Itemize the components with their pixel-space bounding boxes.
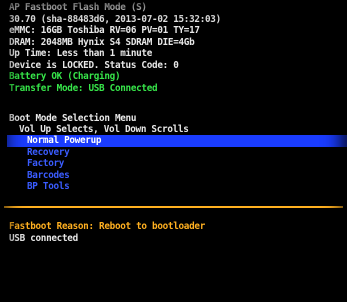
build-info: 30.70 (sha-88483d6, 2013-07-02 15:32:03) bbox=[9, 13, 221, 25]
fastboot-reason: Fastboot Reason: Reboot to bootloader bbox=[9, 221, 205, 232]
menu-item-recovery[interactable]: Recovery bbox=[0, 147, 347, 159]
menu-item-barcodes[interactable]: Barcodes bbox=[0, 170, 347, 182]
mode-title: AP Fastboot Flash Mode (S) bbox=[9, 2, 147, 13]
menu-item-factory[interactable]: Factory bbox=[0, 158, 347, 170]
lock-status: Device is LOCKED. Status Code: 0 bbox=[9, 59, 179, 71]
menu-item-normal-powerup[interactable]: Normal Powerup bbox=[7, 135, 347, 147]
transfer-mode: Transfer Mode: USB Connected bbox=[9, 82, 158, 94]
menu-item-bp-tools[interactable]: BP Tools bbox=[0, 181, 347, 193]
dram-info: DRAM: 2048MB Hynix S4 SDRAM DIE=4Gb bbox=[9, 36, 195, 48]
emmc-info: eMMC: 16GB Toshiba RV=06 PV=01 TY=17 bbox=[9, 25, 200, 36]
battery-status: Battery OK (Charging) bbox=[9, 71, 121, 82]
fastboot-screen: AP Fastboot Flash Mode (S) 30.70 (sha-88… bbox=[0, 0, 347, 302]
uptime-info: Up Time: Less than 1 minute bbox=[9, 48, 153, 59]
boot-menu-title: Boot Mode Selection Menu bbox=[9, 113, 137, 124]
boot-menu-list: Normal Powerup Recovery Factory Barcodes… bbox=[0, 135, 347, 193]
boot-menu-hint: Vol Up Selects, Vol Down Scrolls bbox=[19, 124, 189, 135]
footer-block: Fastboot Reason: Reboot to bootloader US… bbox=[9, 221, 205, 244]
device-info-block: AP Fastboot Flash Mode (S) 30.70 (sha-88… bbox=[9, 2, 221, 94]
footer-divider bbox=[4, 206, 343, 208]
usb-status: USB connected bbox=[9, 232, 78, 244]
